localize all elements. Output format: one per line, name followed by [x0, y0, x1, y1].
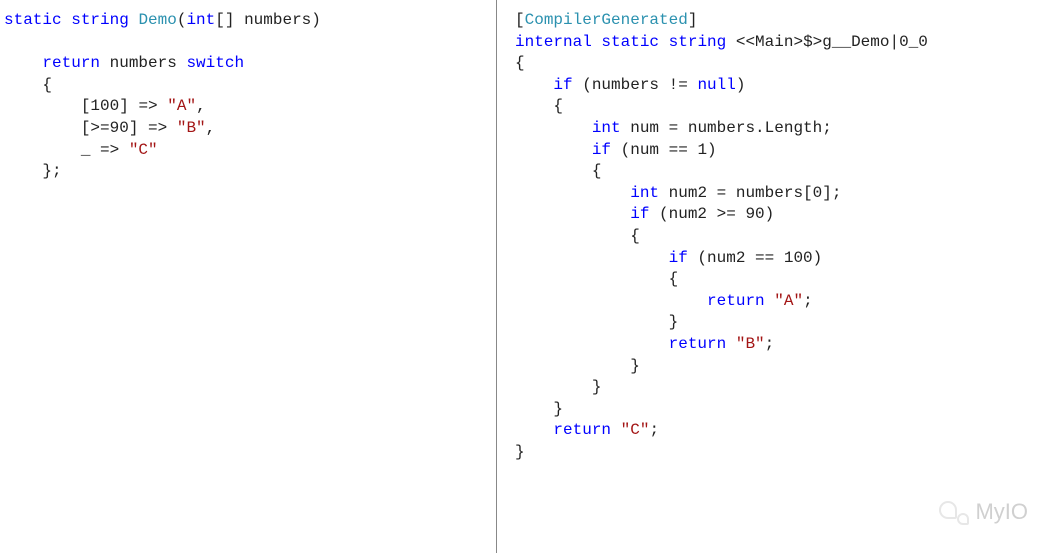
kw-static: static: [4, 11, 62, 29]
str-b: "B": [177, 119, 206, 137]
txt: _ =>: [4, 141, 129, 159]
indent: [515, 292, 707, 310]
txt: [765, 292, 775, 310]
semi: ;: [803, 292, 813, 310]
brace: {: [515, 162, 601, 180]
txt: ): [707, 141, 717, 159]
txt: numbers: [100, 54, 186, 72]
txt: (num2 ==: [688, 249, 784, 267]
brace: {: [4, 76, 52, 94]
right-code-pane: [CompilerGenerated] internal static stri…: [497, 0, 1056, 553]
brace: }: [515, 443, 525, 461]
method-name: <<Main>$>g__Demo|0_0: [726, 33, 928, 51]
str-b: "B": [736, 335, 765, 353]
kw-return: return: [707, 292, 765, 310]
brace: }: [515, 400, 563, 418]
brace: {: [515, 97, 563, 115]
kw-if: if: [592, 141, 611, 159]
kw-if: if: [630, 205, 649, 223]
txt: ];: [822, 184, 841, 202]
brace: };: [4, 162, 62, 180]
brace: }: [515, 357, 640, 375]
str-c: "C": [129, 141, 158, 159]
num: 1: [697, 141, 707, 159]
txt: [611, 421, 621, 439]
num: 90: [745, 205, 764, 223]
kw-if: if: [669, 249, 688, 267]
num: 90: [110, 119, 129, 137]
kw-static: static: [601, 33, 659, 51]
kw-return: return: [669, 335, 727, 353]
method-name: Demo: [138, 11, 176, 29]
str-c: "C": [621, 421, 650, 439]
brace: {: [515, 270, 678, 288]
kw-internal: internal: [515, 33, 592, 51]
param: [] numbers): [215, 11, 321, 29]
txt: num = numbers.Length;: [621, 119, 832, 137]
txt: [726, 335, 736, 353]
brace: }: [515, 378, 601, 396]
kw-string: string: [71, 11, 129, 29]
str-a: "A": [167, 97, 196, 115]
kw-return: return: [42, 54, 100, 72]
txt: [>=: [4, 119, 110, 137]
brace: {: [515, 227, 640, 245]
txt: (numbers !=: [573, 76, 698, 94]
txt: (num ==: [611, 141, 697, 159]
txt: ): [813, 249, 823, 267]
indent: [515, 421, 553, 439]
indent: [4, 54, 42, 72]
code-compare-container: static string Demo(int[] numbers) return…: [0, 0, 1056, 553]
txt: ): [765, 205, 775, 223]
kw-null: null: [697, 76, 735, 94]
brace: {: [515, 54, 525, 72]
semi: ;: [765, 335, 775, 353]
num: 0: [813, 184, 823, 202]
left-code-pane: static string Demo(int[] numbers) return…: [0, 0, 497, 553]
indent: [515, 141, 592, 159]
txt: [: [4, 97, 90, 115]
num: 100: [90, 97, 119, 115]
kw-string: string: [669, 33, 727, 51]
semi: ;: [649, 421, 659, 439]
comma: ,: [206, 119, 216, 137]
kw-return: return: [553, 421, 611, 439]
br: ]: [688, 11, 698, 29]
kw-switch: switch: [186, 54, 244, 72]
indent: [515, 184, 630, 202]
txt: ] =>: [129, 119, 177, 137]
txt: (num2 >=: [649, 205, 745, 223]
indent: [515, 249, 669, 267]
indent: [515, 76, 553, 94]
str-a: "A": [774, 292, 803, 310]
kw-if: if: [553, 76, 572, 94]
kw-int: int: [630, 184, 659, 202]
attr-name: CompilerGenerated: [525, 11, 688, 29]
comma: ,: [196, 97, 206, 115]
indent: [515, 335, 669, 353]
txt: ): [736, 76, 746, 94]
indent: [515, 205, 630, 223]
txt: num2 = numbers[: [659, 184, 813, 202]
txt: ] =>: [119, 97, 167, 115]
kw-int: int: [592, 119, 621, 137]
brace: }: [515, 313, 678, 331]
br: [: [515, 11, 525, 29]
kw-int: int: [186, 11, 215, 29]
indent: [515, 119, 592, 137]
num: 100: [784, 249, 813, 267]
